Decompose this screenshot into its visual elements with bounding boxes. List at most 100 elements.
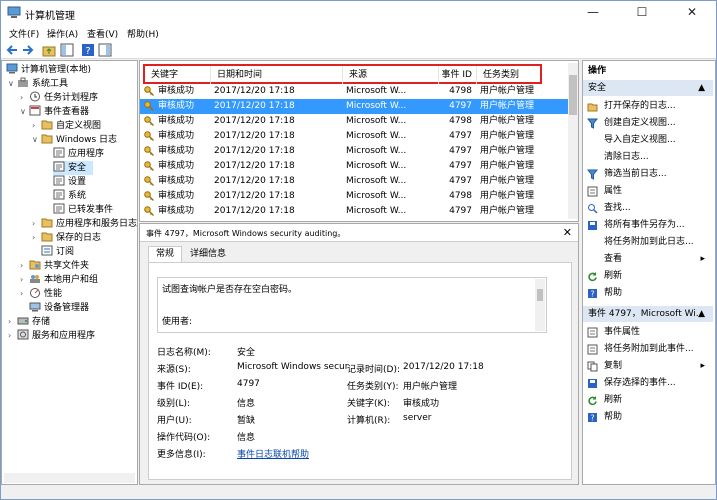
action-copy[interactable]: 复制 ▸ <box>583 358 713 375</box>
column-header-event-id[interactable]: 事件 ID <box>439 66 477 84</box>
menu-file[interactable]: 文件(F) <box>9 27 39 40</box>
action-refresh[interactable]: 刷新 <box>583 392 713 409</box>
action-clear-log[interactable]: 清除日志... <box>583 149 713 166</box>
tree-item-windows-logs[interactable]: ∨ Windows 日志 <box>32 133 117 147</box>
cell-date-time: 2017/12/20 17:18 <box>214 206 295 216</box>
tree-item-subscriptions[interactable]: 订阅 <box>41 245 74 259</box>
show-hide-tree-icon[interactable] <box>60 43 74 57</box>
action-attach-task-to-log[interactable]: 将任务附加到此日志... <box>583 234 713 251</box>
menu-action[interactable]: 操作(A) <box>47 27 78 40</box>
collapse-icon[interactable]: ∨ <box>32 133 41 147</box>
cell-task-category: 用户帐户管理 <box>480 219 534 220</box>
message-scrollbar-thumb[interactable] <box>537 289 543 301</box>
table-row[interactable]: 审核成功 2017/12/20 17:18 Microsoft W... 4797 用户… <box>140 174 570 189</box>
action-attach-task-to-event[interactable]: 将任务附加到此事件... <box>583 341 713 358</box>
tab-details[interactable]: 详细信息 <box>184 247 232 262</box>
expand-icon[interactable]: › <box>8 315 17 329</box>
collapse-icon[interactable]: ∨ <box>20 105 29 119</box>
close-button[interactable]: ✕ <box>671 1 713 25</box>
action-save-selected-events[interactable]: 保存选择的事件... <box>583 375 713 392</box>
expand-icon[interactable]: › <box>20 91 29 105</box>
tree-item-local-users-groups[interactable]: › 本地用户和组 <box>20 273 98 287</box>
action-properties[interactable]: 属性 <box>583 183 713 200</box>
event-list-scrollbar[interactable] <box>568 63 578 219</box>
tree-item-forwarded-events[interactable]: 已转发事件 <box>53 203 113 217</box>
table-row[interactable]: 审核成功 2017/12/20 17:18 Microsoft W... 4798 用户… <box>140 84 570 99</box>
forward-icon[interactable] <box>21 43 35 57</box>
collapse-section-icon[interactable]: ▲ <box>698 80 705 96</box>
tree-item-system-tools[interactable]: ∨ 系统工具 <box>8 77 68 91</box>
table-row[interactable]: 审核成功 2017/12/20 17:18 Microsoft W... 4798 用户… <box>140 114 570 129</box>
more-info-label: 更多信息(I): <box>157 450 206 460</box>
tree-item-application[interactable]: 应用程序 <box>53 147 104 161</box>
tree-item-custom-views[interactable]: › 自定义视图 <box>32 119 101 133</box>
collapse-icon[interactable]: ∨ <box>8 77 17 91</box>
table-row[interactable]: 审核成功 2017/12/20 17:18 Microsoft W... 4797 用户… <box>140 204 570 219</box>
cell-source: Microsoft W... <box>346 206 407 216</box>
action-import-custom-view[interactable]: 导入自定义视图... <box>583 132 713 149</box>
expand-icon[interactable]: › <box>32 119 41 133</box>
actions-section-security[interactable]: 安全 ▲ <box>583 80 713 96</box>
menu-view[interactable]: 查看(V) <box>87 27 118 40</box>
column-header-task-category[interactable]: 任务类别 <box>477 66 541 84</box>
action-find[interactable]: 查找... <box>583 200 713 217</box>
tree-item-storage[interactable]: › 存储 <box>8 315 50 329</box>
table-row[interactable]: 审核成功 2017/12/20 17:18 Microsoft W... 4797 用户… <box>140 99 570 114</box>
shared-folder-icon <box>29 260 41 270</box>
expand-icon[interactable]: › <box>8 329 17 343</box>
tree-item-app-service-logs[interactable]: › 应用程序和服务日志 <box>32 217 137 231</box>
action-filter-current-log[interactable]: 筛选当前日志... <box>583 166 713 183</box>
message-scrollbar[interactable] <box>535 279 545 331</box>
column-header-date-time[interactable]: 日期和时间 <box>211 66 343 84</box>
table-row[interactable]: 审核成功 2017/12/20 17:18 Microsoft W... 4797 用户… <box>140 144 570 159</box>
table-row[interactable]: 审核成功 2017/12/20 17:18 Microsoft W... 4798 用户… <box>140 189 570 204</box>
view-pane-icon[interactable] <box>98 43 112 57</box>
refresh-icon <box>588 396 597 406</box>
expand-icon[interactable]: › <box>32 217 41 231</box>
action-create-custom-view[interactable]: 创建自定义视图... <box>583 115 713 132</box>
tree-item-device-manager[interactable]: 设备管理器 <box>29 301 89 315</box>
action-event-properties[interactable]: 事件属性 <box>583 324 713 341</box>
tree-item-event-viewer[interactable]: ∨ 事件查看器 <box>20 105 89 119</box>
expand-icon[interactable]: › <box>32 231 41 245</box>
tree-item-computer-management[interactable]: 计算机管理(本地) <box>6 63 91 77</box>
expand-icon[interactable]: › <box>20 273 29 287</box>
action-save-all-events[interactable]: 将所有事件另存为... <box>583 217 713 234</box>
maximize-button[interactable]: ☐ <box>621 1 663 25</box>
tree-horizontal-scrollbar[interactable] <box>4 473 135 483</box>
action-help[interactable]: ? 帮助 <box>583 409 713 426</box>
tree-item-task-scheduler[interactable]: › 任务计划程序 <box>20 91 98 105</box>
expand-icon[interactable]: › <box>20 259 29 273</box>
minimize-button[interactable]: — <box>572 1 614 25</box>
detail-close-icon[interactable]: ✕ <box>563 226 572 239</box>
up-folder-icon[interactable] <box>42 43 56 57</box>
action-label: 将任务附加到此日志... <box>604 237 694 247</box>
actions-section-event[interactable]: 事件 4797，Microsoft Wi... ▲ <box>583 306 713 322</box>
table-row[interactable]: 审核成功 2017/12/20 17:18 Microsoft W... 4797 用户… <box>140 159 570 174</box>
action-refresh[interactable]: 刷新 <box>583 268 713 285</box>
help-icon[interactable]: ? <box>81 43 95 57</box>
tree-item-system[interactable]: 系统 <box>53 189 86 203</box>
menu-help[interactable]: 帮助(H) <box>127 27 159 40</box>
tree-item-security[interactable]: 安全 <box>53 161 93 175</box>
tree-item-saved-logs[interactable]: › 保存的日志 <box>32 231 101 245</box>
column-header-source[interactable]: 来源 <box>343 66 439 84</box>
tree-item-services-apps[interactable]: › 服务和应用程序 <box>8 329 95 343</box>
action-view[interactable]: 查看 ▸ <box>583 251 713 268</box>
expand-icon[interactable]: › <box>20 287 29 301</box>
action-open-saved-log[interactable]: 打开保存的日志... <box>583 98 713 115</box>
tree-item-shared-folders[interactable]: › 共享文件夹 <box>20 259 89 273</box>
collapse-section-icon[interactable]: ▲ <box>698 306 705 322</box>
table-row[interactable]: 审核成功 2017/12/20 17:18 Microsoft W... 4797 用户… <box>140 129 570 144</box>
cell-task-category: 用户帐户管理 <box>480 206 535 216</box>
table-row[interactable]: 审核成功 2017/12/20 17:18 Microsoft W... 4798 用户… <box>140 219 570 220</box>
more-info-link[interactable]: 事件日志联机帮助 <box>237 447 309 460</box>
action-help[interactable]: ? 帮助 <box>583 285 713 302</box>
tab-general[interactable]: 常规 <box>148 246 182 262</box>
column-header-keyword[interactable]: 关键字 <box>145 66 211 84</box>
tree-item-performance[interactable]: › 性能 <box>20 287 62 301</box>
back-icon[interactable] <box>5 43 19 57</box>
scrollbar-thumb[interactable] <box>569 75 577 115</box>
users-icon <box>30 275 40 283</box>
tree-item-setup[interactable]: 设置 <box>53 175 86 189</box>
